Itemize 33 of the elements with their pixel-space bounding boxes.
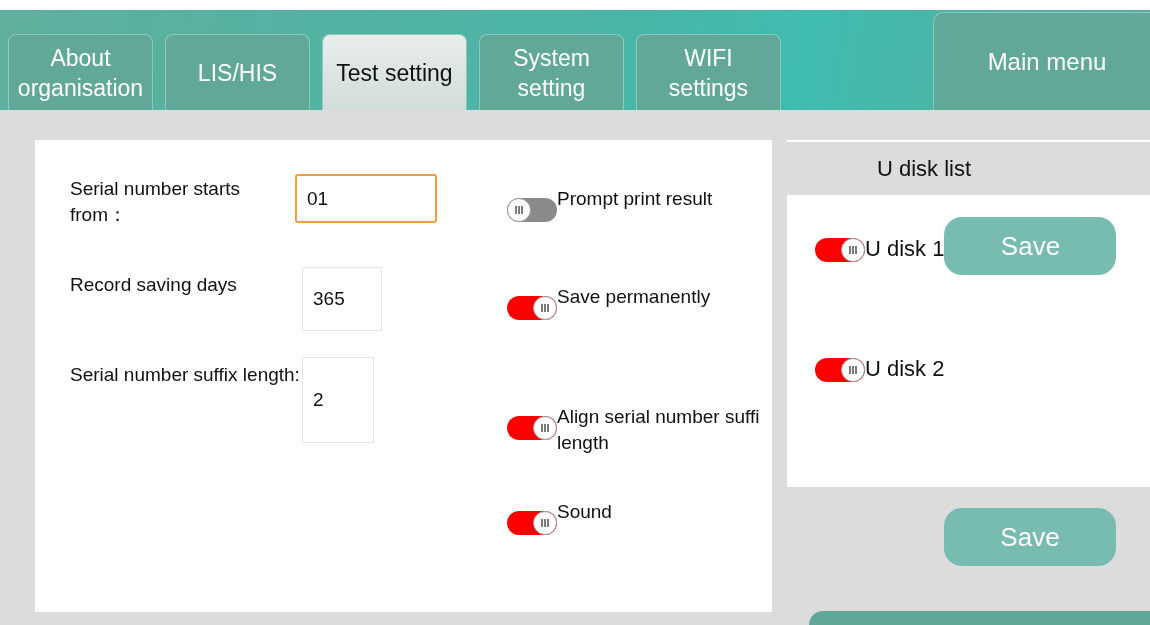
save-button[interactable]: Save: [944, 217, 1117, 275]
save-button[interactable]: Save: [944, 508, 1116, 566]
toggle-label: Save permanently: [557, 285, 711, 309]
tab[interactable]: System setting: [479, 34, 624, 110]
grip-icon: [540, 423, 550, 433]
tab[interactable]: About organisation: [8, 34, 153, 110]
grip-icon: [848, 245, 858, 255]
toggle-switch[interactable]: [507, 198, 557, 222]
grip-icon: [514, 205, 524, 215]
toggle-switch[interactable]: [815, 358, 865, 382]
input-field[interactable]: 365: [302, 267, 382, 331]
toggle-label: Sound: [557, 500, 612, 524]
grip-icon: [540, 303, 550, 313]
field-label: Record saving days: [70, 273, 238, 297]
toggle-label: Prompt print result: [557, 187, 713, 211]
tab[interactable]: Test setting: [322, 34, 467, 110]
list-title: U disk list: [877, 155, 972, 182]
input-field[interactable]: 01: [295, 174, 437, 223]
field-label: Serial number suffix length:: [70, 363, 300, 387]
toggle-label: Align serial number suffi length: [557, 405, 760, 455]
tab[interactable]: WIFI settings: [636, 34, 781, 110]
toggle-label: U disk 2: [865, 356, 945, 382]
grip-icon: [848, 365, 858, 375]
main-menu-button[interactable]: Main menu: [933, 12, 1150, 110]
toggle-switch[interactable]: [507, 296, 557, 320]
input-field[interactable]: 2: [302, 357, 374, 443]
toggle-label: U disk 1: [865, 236, 945, 262]
grip-icon: [540, 518, 550, 528]
toggle-switch[interactable]: [815, 238, 865, 262]
field-label: Serial number starts from：: [70, 177, 241, 227]
tab[interactable]: LIS/HIS: [165, 34, 310, 110]
toggle-switch[interactable]: [507, 511, 557, 535]
toggle-switch[interactable]: [507, 416, 557, 440]
